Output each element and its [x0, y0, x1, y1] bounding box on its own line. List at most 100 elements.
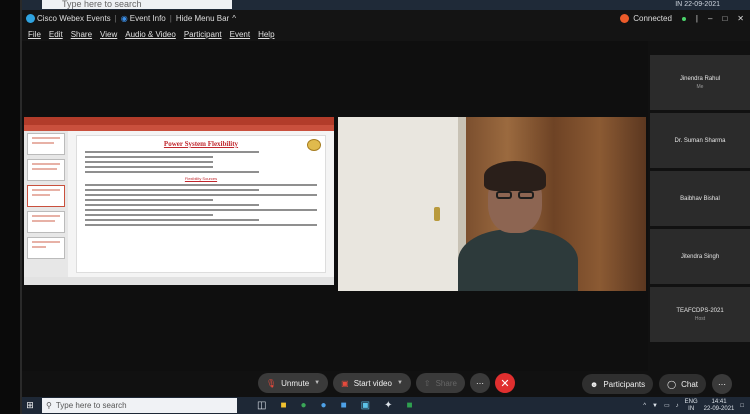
os-top-date-text: 22-09-2021	[684, 1, 720, 8]
close-button[interactable]: ✕	[737, 14, 744, 23]
speaker-body	[458, 229, 578, 291]
slide-text-line	[85, 214, 213, 216]
webex-logo-icon	[26, 14, 35, 23]
participant-tiles: Jinendra Rahul Me Dr. Suman Sharma Baibh…	[650, 55, 750, 349]
menu-share[interactable]: Share	[71, 30, 92, 39]
settings-app-icon[interactable]: ●	[321, 400, 327, 411]
participant-tile[interactable]: TEAFCDPS-2021 Host	[650, 287, 750, 342]
search-icon: ⚲	[46, 401, 52, 410]
menu-participant[interactable]: Participant	[184, 30, 222, 39]
slide-text-line	[85, 161, 213, 163]
slide-text-line	[85, 171, 259, 173]
more-options-button[interactable]: ⋯	[469, 373, 490, 393]
menu-event[interactable]: Event	[230, 30, 250, 39]
locale-text: IN	[688, 405, 695, 412]
app-name: Cisco Webex Events	[37, 14, 111, 23]
os-top-taskbar: Type here to search IN 22-09-2021	[22, 0, 750, 10]
shared-presentation[interactable]: Power System Flexibility Flexibility Sou…	[24, 117, 334, 285]
participant-name: Baibhav Bishal	[680, 195, 720, 202]
taskbar-search[interactable]: ⚲ Type here to search	[42, 398, 237, 413]
window-divider: |	[695, 14, 698, 23]
connection-status: Connected	[620, 14, 672, 23]
participant-name: TEAFCDPS-2021	[676, 307, 724, 314]
participant-tile[interactable]: Jinendra Rahul Me	[650, 55, 750, 110]
excel-icon[interactable]: ■	[406, 400, 412, 411]
slide-logo	[307, 139, 321, 151]
mic-muted-icon: 🎙	[266, 378, 277, 388]
mail-icon[interactable]: ■	[341, 400, 347, 411]
slide-thumbnail	[27, 211, 65, 233]
language-text: ENG	[684, 398, 698, 405]
participant-tile[interactable]: Baibhav Bishal	[650, 171, 750, 226]
webex-title-bar: Cisco Webex Events | ◉ Event Info | Hide…	[22, 10, 750, 27]
clock-time: 14:41	[711, 398, 727, 405]
unmute-button[interactable]: 🎙 Unmute ▼	[258, 373, 329, 393]
slide-thumbnail	[27, 159, 65, 181]
hide-menu-bar-link[interactable]: Hide Menu Bar	[176, 14, 229, 23]
notifications-icon[interactable]: □	[740, 403, 744, 409]
chrome-icon[interactable]: ●	[301, 400, 307, 411]
chevron-down-icon[interactable]: ▼	[314, 380, 320, 386]
maximize-button[interactable]: □	[722, 14, 727, 23]
speaker-hair	[484, 161, 546, 191]
ppt-body: Power System Flexibility Flexibility Sou…	[24, 131, 334, 277]
menu-audio-video[interactable]: Audio & Video	[125, 30, 176, 39]
chat-button[interactable]: ◯ Chat	[659, 374, 706, 394]
os-top-search[interactable]: Type here to search	[42, 0, 232, 9]
paint-icon[interactable]: ✦	[384, 400, 392, 411]
chevron-down-icon[interactable]: ▼	[397, 380, 403, 386]
video-off-icon: ▣	[341, 378, 349, 388]
network-indicator-icon	[681, 16, 686, 21]
hide-menu-bar-arrow-icon[interactable]: ^	[232, 14, 236, 23]
slide-text-line	[85, 204, 259, 206]
participant-role: Me	[696, 83, 704, 90]
glasses-left	[496, 191, 512, 199]
slide-text-line	[85, 194, 317, 196]
share-icon: ⇧	[423, 378, 431, 388]
title-separator: |	[169, 14, 172, 23]
meeting-stage: Power System Flexibility Flexibility Sou…	[22, 41, 648, 371]
file-explorer-icon[interactable]: ■	[280, 400, 286, 411]
taskbar-clock[interactable]: 14:41 22-09-2021	[704, 399, 735, 413]
connection-dot-icon	[620, 14, 630, 23]
os-top-locale: IN	[675, 1, 683, 8]
slide-thumbnail	[27, 133, 65, 155]
task-view-icon[interactable]: ◫	[257, 400, 266, 411]
language-indicator[interactable]: ENG IN	[685, 399, 698, 413]
menu-edit[interactable]: Edit	[49, 30, 63, 39]
tray-volume-icon[interactable]: ♪	[676, 403, 679, 409]
participants-button[interactable]: ☻ Participants	[581, 374, 654, 394]
glasses-right	[518, 191, 534, 199]
slide-text-line	[85, 166, 213, 168]
leave-meeting-button[interactable]: ✕	[494, 373, 515, 393]
participant-name: Dr. Suman Sharma	[674, 137, 726, 144]
tray-chevron-icon[interactable]: ^	[643, 403, 646, 409]
menu-bar: File Edit Share View Audio & Video Parti…	[22, 27, 750, 41]
more-panels-button[interactable]: ⋯	[712, 374, 732, 394]
minimize-button[interactable]: –	[708, 14, 712, 23]
taskbar-search-placeholder: Type here to search	[55, 401, 127, 410]
start-video-button[interactable]: ▣ Start video ▼	[333, 373, 411, 393]
tray-battery-icon[interactable]: ▭	[664, 402, 670, 409]
video-wall	[338, 117, 463, 291]
windows-start-icon[interactable]: ⊞	[22, 397, 38, 414]
active-speaker-video[interactable]	[338, 117, 646, 291]
system-tray: ^ ▼ ▭ ♪ ENG IN 14:41 22-09-2021 □	[643, 397, 744, 414]
participant-tile[interactable]: Dr. Suman Sharma	[650, 113, 750, 168]
menu-view[interactable]: View	[100, 30, 117, 39]
share-button[interactable]: ⇧ Share	[415, 373, 465, 393]
event-info-link[interactable]: Event Info	[130, 14, 166, 23]
menu-file[interactable]: File	[28, 30, 41, 39]
webex-app-icon[interactable]: ▣	[361, 400, 370, 411]
participants-icon: ☻	[589, 379, 599, 389]
title-separator: |	[114, 14, 117, 23]
slide-text-line	[85, 224, 317, 226]
os-top-date: IN 22-09-2021	[675, 0, 720, 10]
slide-canvas: Power System Flexibility Flexibility Sou…	[68, 131, 334, 277]
share-label: Share	[435, 378, 457, 388]
panel-controls: ☻ Participants ◯ Chat ⋯	[581, 374, 732, 394]
participant-tile[interactable]: Jitendra Singh	[650, 229, 750, 284]
tray-network-icon[interactable]: ▼	[652, 403, 658, 409]
menu-help[interactable]: Help	[258, 30, 274, 39]
clock-date: 22-09-2021	[703, 405, 735, 412]
